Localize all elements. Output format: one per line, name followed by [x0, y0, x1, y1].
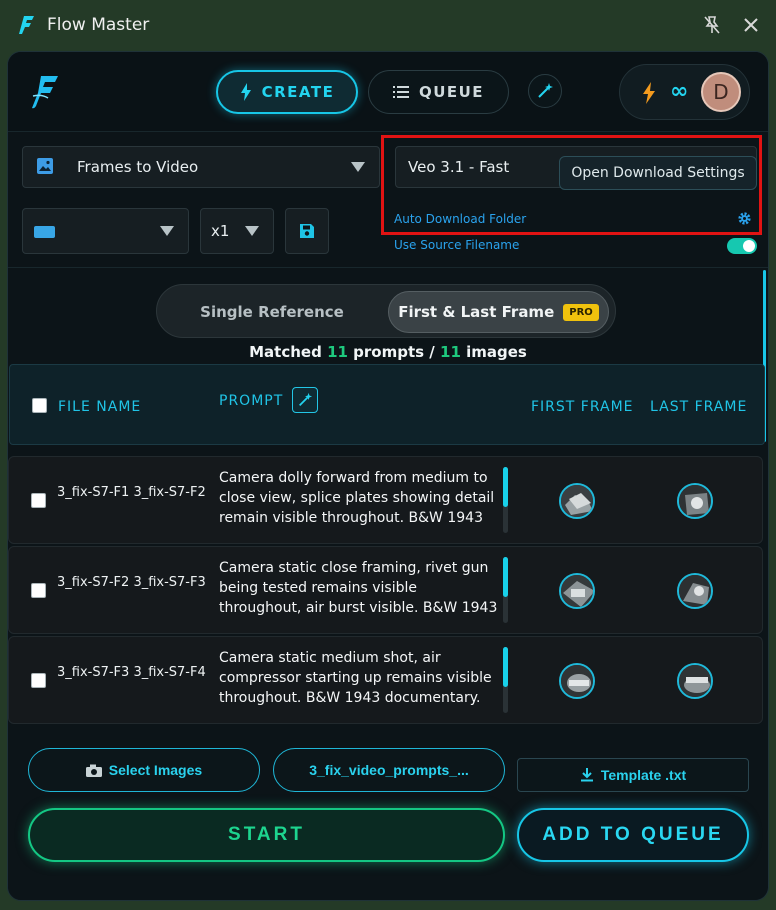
avatar[interactable]: D — [701, 72, 741, 112]
chevron-down-icon — [245, 226, 259, 236]
matched-middle: prompts / — [353, 343, 435, 361]
pro-badge: PRO — [563, 303, 599, 321]
highlight-box — [381, 135, 762, 235]
camera-icon — [85, 764, 102, 777]
row-checkbox[interactable] — [31, 673, 46, 688]
mode-value: Frames to Video — [77, 158, 199, 176]
last-frame-thumbnail[interactable] — [677, 573, 713, 609]
row-checkbox[interactable] — [31, 493, 46, 508]
first-last-frame-label: First & Last Frame — [398, 303, 555, 321]
last-frame-thumbnail[interactable] — [677, 663, 713, 699]
magic-wand-button[interactable] — [528, 74, 562, 108]
magic-wand-icon — [538, 83, 553, 98]
pin-off-icon[interactable] — [701, 14, 723, 36]
prompt-scrollbar[interactable] — [503, 557, 508, 623]
user-credits-pill[interactable]: ∞ D — [619, 64, 750, 120]
magic-wand-icon — [299, 392, 313, 406]
select-all-checkbox[interactable] — [32, 398, 47, 413]
image-icon — [37, 158, 53, 174]
download-template-button[interactable]: Template .txt — [517, 758, 749, 792]
matched-images-count: 11 — [440, 343, 461, 361]
use-source-filename-label: Use Source Filename — [394, 238, 520, 252]
generation-settings: Frames to Video Veo 3.1 - Fast x1 Open D… — [8, 132, 768, 268]
chevron-down-icon — [351, 162, 365, 172]
first-frame-header: FIRST FRAME — [531, 399, 634, 415]
download-icon — [580, 768, 593, 782]
toggle-knob — [743, 240, 755, 252]
landscape-ratio-icon — [34, 226, 55, 238]
prompt-scrollbar[interactable] — [503, 647, 508, 713]
save-settings-button[interactable] — [285, 208, 329, 254]
credits-value: ∞ — [670, 79, 689, 104]
template-label: Template .txt — [600, 767, 687, 783]
table-row[interactable]: 3_fix-S7-F1 3_fix-S7-F2 Camera dolly for… — [8, 456, 763, 544]
credits-bolt-icon — [643, 82, 655, 104]
title-bar: Flow Master — [0, 0, 776, 52]
bolt-icon — [240, 83, 251, 101]
matched-suffix: images — [466, 343, 527, 361]
row-file-name: 3_fix-S7-F3 3_fix-S7-F4 — [57, 665, 206, 680]
row-file-name: 3_fix-S7-F2 3_fix-S7-F3 — [57, 575, 206, 590]
row-prompt[interactable]: Camera dolly forward from medium to clos… — [219, 468, 499, 531]
prompt-file-button[interactable]: 3_fix_video_prompts_... — [273, 748, 505, 792]
create-tab-button[interactable]: CREATE — [216, 70, 358, 114]
prompt-scrollbar[interactable] — [503, 467, 508, 533]
add-to-queue-button[interactable]: ADD TO QUEUE — [517, 808, 749, 862]
close-icon[interactable] — [740, 14, 762, 36]
mode-select[interactable]: Frames to Video — [22, 146, 380, 188]
first-frame-thumbnail[interactable] — [559, 483, 595, 519]
table-header: FILE NAME PROMPT FIRST FRAME LAST FRAME — [9, 364, 765, 445]
file-name-header: FILE NAME — [58, 399, 142, 415]
main-panel: CREATE QUEUE ∞ D Frames to Video Veo 3.1… — [7, 51, 769, 901]
app-header: CREATE QUEUE ∞ D — [8, 52, 768, 132]
first-frame-thumbnail[interactable] — [559, 663, 595, 699]
row-prompt[interactable]: Camera static close framing, rivet gun b… — [219, 558, 499, 621]
queue-tab-button[interactable]: QUEUE — [368, 70, 509, 114]
table-row[interactable]: 3_fix-S7-F2 3_fix-S7-F3 Camera static cl… — [8, 546, 763, 634]
matched-prefix: Matched — [249, 343, 322, 361]
aspect-ratio-select[interactable] — [22, 208, 189, 254]
table-row[interactable]: 3_fix-S7-F3 3_fix-S7-F4 Camera static me… — [8, 636, 763, 724]
first-last-frame-option[interactable]: First & Last Frame PRO — [388, 291, 609, 333]
app-title: Flow Master — [47, 15, 150, 35]
last-frame-header: LAST FRAME — [650, 399, 748, 415]
prompt-header: PROMPT — [219, 393, 284, 409]
prompt-file-label: 3_fix_video_prompts_... — [309, 762, 469, 778]
matched-summary: Matched 11 prompts / 11 images — [8, 343, 768, 361]
chevron-down-icon — [160, 226, 174, 236]
matched-prompts-count: 11 — [327, 343, 348, 361]
count-value: x1 — [211, 222, 230, 240]
app-logo-icon — [19, 16, 34, 34]
start-button[interactable]: START — [28, 808, 505, 862]
first-frame-thumbnail[interactable] — [559, 573, 595, 609]
row-file-name: 3_fix-S7-F1 3_fix-S7-F2 — [57, 485, 206, 500]
select-images-button[interactable]: Select Images — [28, 748, 260, 792]
single-reference-option[interactable]: Single Reference — [167, 293, 377, 331]
last-frame-thumbnail[interactable] — [677, 483, 713, 519]
select-images-label: Select Images — [108, 762, 203, 778]
row-prompt[interactable]: Camera static medium shot, air compresso… — [219, 648, 499, 711]
save-icon — [300, 224, 314, 238]
prompt-magic-button[interactable] — [292, 387, 318, 413]
create-label: CREATE — [261, 83, 335, 101]
reference-mode-toggle: Single Reference First & Last Frame PRO — [156, 284, 616, 338]
use-source-filename-toggle[interactable] — [727, 238, 757, 254]
output-count-select[interactable]: x1 — [200, 208, 274, 254]
queue-label: QUEUE — [418, 83, 485, 101]
row-checkbox[interactable] — [31, 583, 46, 598]
list-icon — [392, 86, 409, 98]
flow-logo-icon — [32, 76, 58, 109]
